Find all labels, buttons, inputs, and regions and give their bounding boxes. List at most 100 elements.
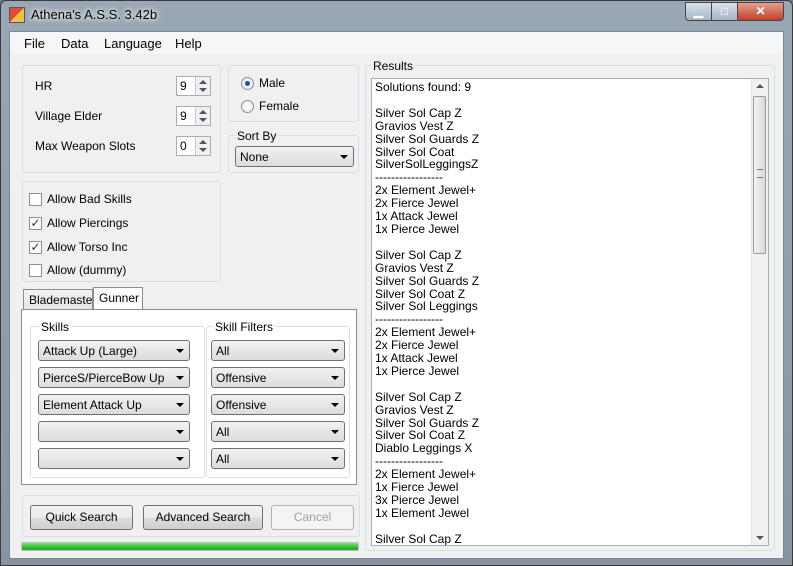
village-label: Village Elder [35, 109, 103, 123]
filter-combo-5[interactable]: All [211, 448, 345, 469]
chevron-down-icon [331, 430, 339, 434]
scroll-up-icon[interactable] [756, 84, 764, 88]
female-label[interactable]: Female [259, 99, 299, 113]
options-group: Allow Bad Skills ✓ Allow Piercings ✓ All… [22, 181, 221, 282]
chevron-down-icon [176, 430, 184, 434]
spin-down-icon[interactable] [199, 118, 207, 122]
allow-dummy-label[interactable]: Allow (dummy) [47, 263, 126, 277]
sort-label: Sort By [235, 129, 279, 143]
menu-data[interactable]: Data [61, 36, 88, 51]
close-button[interactable]: ✕ [737, 2, 784, 21]
hr-spin-arrows[interactable] [195, 77, 210, 95]
spin-up-icon[interactable] [199, 110, 207, 114]
filter-value-1: All [216, 344, 230, 358]
village-value: 9 [180, 109, 187, 123]
chevron-down-icon [331, 457, 339, 461]
skill-combo-4[interactable] [38, 421, 190, 442]
chevron-down-icon [331, 376, 339, 380]
spin-down-icon[interactable] [199, 148, 207, 152]
hr-value: 9 [180, 79, 187, 93]
quick-search-button[interactable]: Quick Search [30, 505, 133, 530]
allow-torso-inc-checkbox[interactable]: ✓ [29, 241, 42, 254]
grip-icon [757, 169, 763, 178]
slots-spin-arrows[interactable] [195, 137, 210, 155]
chevron-down-icon [176, 457, 184, 461]
minimize-button[interactable]: ▁ [685, 2, 712, 21]
filter-combo-4[interactable]: All [211, 421, 345, 442]
chevron-down-icon [340, 155, 348, 159]
params-group: HR 9 Village Elder 9 Max Weapon Slots 0 [22, 65, 221, 173]
male-label[interactable]: Male [259, 76, 285, 90]
skills-label: Skills [39, 320, 72, 334]
sort-combo[interactable]: None [235, 146, 354, 167]
female-radio[interactable] [241, 100, 254, 113]
scroll-thumb[interactable] [753, 96, 766, 254]
village-spinner[interactable]: 9 [176, 106, 211, 126]
allow-piercings-label[interactable]: Allow Piercings [47, 216, 128, 230]
results-scrollbar[interactable] [751, 79, 768, 545]
skill-combo-3[interactable]: Element Attack Up [38, 394, 190, 415]
progress-fill [22, 543, 358, 550]
advanced-search-button[interactable]: Advanced Search [143, 505, 263, 530]
allow-dummy-checkbox[interactable] [29, 264, 42, 277]
filter-value-5: All [216, 452, 230, 466]
gender-group: Male Female [228, 65, 359, 122]
skill-filters-label: Skill Filters [213, 320, 276, 334]
skill-combo-2[interactable]: PierceS/PierceBow Up [38, 367, 190, 388]
results-textbox[interactable]: Solutions found: 9 Silver Sol Cap Z Grav… [371, 78, 769, 546]
scroll-down-icon[interactable] [756, 536, 764, 540]
results-text: Solutions found: 9 Silver Sol Cap Z Grav… [375, 80, 480, 546]
hr-spinner[interactable]: 9 [176, 76, 211, 96]
chevron-down-icon [176, 349, 184, 353]
allow-bad-skills-checkbox[interactable] [29, 193, 42, 206]
sort-group: Sort By None [228, 129, 359, 173]
allow-torso-inc-label[interactable]: Allow Torso Inc [47, 240, 127, 254]
tab-blademaster[interactable]: Blademaster [23, 289, 96, 310]
filter-value-4: All [216, 425, 230, 439]
menu-bar: File Data Language Help [10, 32, 783, 54]
skill-value-3: Element Attack Up [43, 398, 142, 412]
spin-up-icon[interactable] [199, 140, 207, 144]
filter-value-3: Offensive [216, 398, 267, 412]
slots-value: 0 [180, 139, 187, 153]
search-progress-bar [21, 542, 359, 551]
tab-gunner[interactable]: Gunner [93, 287, 143, 310]
spin-down-icon[interactable] [199, 88, 207, 92]
skills-group: Skills Attack Up (Large) PierceS/PierceB… [30, 320, 205, 478]
client-area: File Data Language Help HR 9 Village Eld… [9, 31, 784, 559]
gunner-tab-panel: Skills Attack Up (Large) PierceS/PierceB… [21, 309, 357, 485]
app-icon [9, 7, 25, 23]
village-spin-arrows[interactable] [195, 107, 210, 125]
window-title: Athena's A.S.S. 3.42b [31, 7, 158, 22]
skill-value-1: Attack Up (Large) [43, 344, 138, 358]
chevron-down-icon [331, 349, 339, 353]
skill-value-2: PierceS/PierceBow Up [43, 371, 165, 385]
filter-combo-2[interactable]: Offensive [211, 367, 345, 388]
title-bar[interactable]: Athena's A.S.S. 3.42b ▁ □ ✕ [1, 1, 792, 29]
skill-filters-group: Skill Filters All Offensive Offensive Al… [206, 320, 350, 478]
chevron-down-icon [176, 403, 184, 407]
maximize-button[interactable]: □ [711, 2, 738, 21]
slots-label: Max Weapon Slots [35, 139, 136, 153]
allow-bad-skills-label[interactable]: Allow Bad Skills [47, 192, 132, 206]
chevron-down-icon [176, 376, 184, 380]
menu-language[interactable]: Language [104, 36, 162, 51]
chevron-down-icon [331, 403, 339, 407]
menu-file[interactable]: File [24, 36, 45, 51]
app-window: Athena's A.S.S. 3.42b ▁ □ ✕ File Data La… [0, 0, 793, 566]
skill-combo-1[interactable]: Attack Up (Large) [38, 340, 190, 361]
filter-combo-1[interactable]: All [211, 340, 345, 361]
male-radio[interactable] [241, 77, 254, 90]
cancel-button[interactable]: Cancel [271, 505, 354, 530]
search-buttons-group: Quick Search Advanced Search Cancel [22, 495, 360, 537]
hr-label: HR [35, 79, 53, 93]
menu-help[interactable]: Help [175, 36, 202, 51]
slots-spinner[interactable]: 0 [176, 136, 211, 156]
filter-value-2: Offensive [216, 371, 267, 385]
skill-combo-5[interactable] [38, 448, 190, 469]
spin-up-icon[interactable] [199, 80, 207, 84]
results-label: Results [371, 59, 416, 73]
sort-value: None [240, 150, 269, 164]
filter-combo-3[interactable]: Offensive [211, 394, 345, 415]
allow-piercings-checkbox[interactable]: ✓ [29, 217, 42, 230]
